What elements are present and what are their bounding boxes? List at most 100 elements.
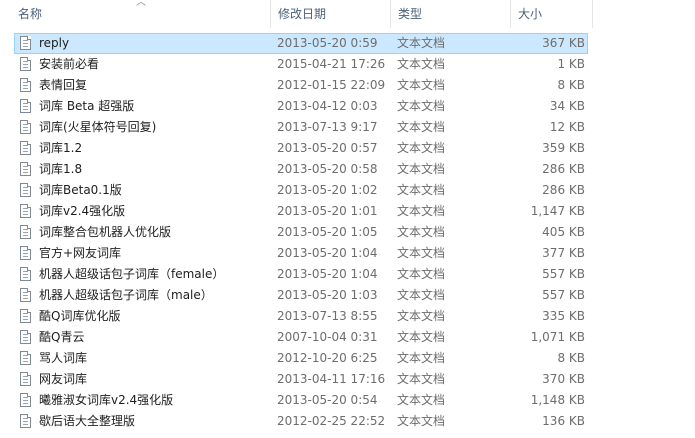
text-file-icon (20, 183, 31, 197)
text-file-icon (20, 309, 31, 323)
file-row[interactable]: 机器人超级话包子词库（female） 2013-05-20 1:04 文本文档 557… (14, 264, 588, 285)
file-name: 机器人超级话包子词库（female） (39, 267, 225, 281)
file-type: 文本文档 (397, 99, 446, 113)
text-file-icon (20, 288, 31, 302)
text-file-icon (20, 267, 31, 281)
file-size: 557 KB (542, 288, 585, 302)
column-divider[interactable] (270, 0, 271, 28)
file-row[interactable]: 官方+网友词库 2013-05-20 1:04 文本文档 377 KB (14, 243, 588, 264)
file-size: 405 KB (542, 225, 585, 239)
text-file-icon (20, 414, 31, 428)
text-file-icon (20, 78, 31, 92)
file-name: 酷Q青云 (39, 330, 85, 344)
file-name: 表情回复 (39, 78, 88, 92)
file-size: 335 KB (542, 309, 585, 323)
column-header-name[interactable]: 名称 (12, 0, 270, 28)
text-file-icon (20, 372, 31, 386)
column-header-size[interactable]: 大小 (512, 0, 592, 28)
file-row[interactable]: 机器人超级话包子词库（male） 2013-05-20 1:03 文本文档 557 K… (14, 285, 588, 306)
file-row[interactable]: 安装前必看 2015-04-21 17:26 文本文档 1 KB (14, 54, 588, 75)
file-type: 文本文档 (397, 78, 446, 92)
file-name: 词库 Beta 超强版 (39, 99, 135, 113)
file-modified-date: 2013-05-20 1:04 (277, 267, 378, 281)
file-size: 136 KB (542, 414, 585, 428)
file-row[interactable]: 词库整合包机器人优化版 2013-05-20 1:05 文本文档 405 KB (14, 222, 588, 243)
file-size: 370 KB (542, 372, 585, 386)
file-type: 文本文档 (397, 183, 446, 197)
file-type: 文本文档 (397, 414, 446, 428)
file-row[interactable]: 词库v2.4强化版 2013-05-20 1:01 文本文档 1,147 KB (14, 201, 588, 222)
file-modified-date: 2013-04-11 17:16 (277, 372, 386, 386)
text-file-icon (20, 246, 31, 260)
file-modified-date: 2013-05-20 0:57 (277, 141, 378, 155)
column-header-type[interactable]: 类型 (392, 0, 510, 28)
file-size: 1,148 KB (530, 393, 585, 407)
file-size: 34 KB (549, 99, 585, 113)
file-type: 文本文档 (397, 393, 446, 407)
file-name: 机器人超级话包子词库（male） (39, 288, 213, 302)
file-type: 文本文档 (397, 246, 446, 260)
file-row[interactable]: 网友词库 2013-04-11 17:16 文本文档 370 KB (14, 369, 588, 390)
text-file-icon (20, 351, 31, 365)
file-modified-date: 2013-04-12 0:03 (277, 99, 378, 113)
file-name: 安装前必看 (39, 57, 100, 71)
file-name: 歇后语大全整理版 (39, 414, 136, 428)
file-row[interactable]: 词库1.2 2013-05-20 0:57 文本文档 359 KB (14, 138, 588, 159)
file-name: 词库v2.4强化版 (39, 204, 126, 218)
file-name: 酷Q词库优化版 (39, 309, 121, 323)
file-type: 文本文档 (397, 120, 446, 134)
column-header-bar: ︿ 名称 修改日期 类型 大小 (0, 0, 695, 28)
text-file-icon (20, 162, 31, 176)
file-modified-date: 2013-05-20 0:59 (277, 36, 378, 50)
file-type: 文本文档 (397, 267, 446, 281)
file-row[interactable]: 酷Q词库优化版 2013-07-13 8:55 文本文档 335 KB (14, 306, 588, 327)
column-divider[interactable] (592, 0, 593, 28)
file-row[interactable]: 酷Q青云 2007-10-04 0:31 文本文档 1,071 KB (14, 327, 588, 348)
file-name: 词库1.2 (39, 141, 83, 155)
file-type: 文本文档 (397, 204, 446, 218)
file-type: 文本文档 (397, 330, 446, 344)
file-name: 曦雅淑女词库v2.4强化版 (39, 393, 174, 407)
file-size: 1,147 KB (530, 204, 585, 218)
file-row[interactable]: 骂人词库 2012-10-20 6:25 文本文档 8 KB (14, 348, 588, 369)
file-name: 官方+网友词库 (39, 246, 122, 260)
file-size: 1,071 KB (530, 330, 585, 344)
text-file-icon (20, 99, 31, 113)
file-row[interactable]: reply 2013-05-20 0:59 文本文档 367 KB (14, 33, 588, 54)
file-type: 文本文档 (397, 141, 446, 155)
text-file-icon (20, 330, 31, 344)
file-type: 文本文档 (397, 225, 446, 239)
file-type: 文本文档 (397, 351, 446, 365)
file-row[interactable]: 词库Beta0.1版 2013-05-20 1:02 文本文档 286 KB (14, 180, 588, 201)
file-modified-date: 2013-05-20 1:04 (277, 246, 378, 260)
file-type: 文本文档 (397, 309, 446, 323)
file-row[interactable]: 歇后语大全整理版 2012-02-25 22:52 文本文档 136 KB (14, 411, 588, 432)
file-size: 8 KB (557, 351, 585, 365)
text-file-icon (20, 57, 31, 71)
file-name: 骂人词库 (39, 351, 88, 365)
file-row[interactable]: 词库1.8 2013-05-20 0:58 文本文档 286 KB (14, 159, 588, 180)
file-modified-date: 2012-01-15 22:09 (277, 78, 386, 92)
file-modified-date: 2013-07-13 8:55 (277, 309, 378, 323)
file-type: 文本文档 (397, 288, 446, 302)
text-file-icon (20, 141, 31, 155)
file-row[interactable]: 表情回复 2012-01-15 22:09 文本文档 8 KB (14, 75, 588, 96)
column-divider[interactable] (510, 0, 511, 28)
file-row[interactable]: 词库(火星体符号回复) 2013-07-13 9:17 文本文档 12 KB (14, 117, 588, 138)
file-row[interactable]: 曦雅淑女词库v2.4强化版 2013-05-20 0:54 文本文档 1,148 KB (14, 390, 588, 411)
file-modified-date: 2013-05-20 0:54 (277, 393, 378, 407)
file-modified-date: 2013-05-20 1:05 (277, 225, 378, 239)
file-name: 网友词库 (39, 372, 88, 386)
file-size: 286 KB (542, 162, 585, 176)
file-modified-date: 2013-05-20 0:58 (277, 162, 378, 176)
file-size: 367 KB (542, 36, 585, 50)
file-name: 词库(火星体符号回复) (39, 120, 157, 134)
file-modified-date: 2012-02-25 22:52 (277, 414, 386, 428)
column-divider[interactable] (390, 0, 391, 28)
file-size: 1 KB (557, 57, 585, 71)
file-modified-date: 2013-07-13 9:17 (277, 120, 378, 134)
file-modified-date: 2007-10-04 0:31 (277, 330, 378, 344)
text-file-icon (20, 393, 31, 407)
file-row[interactable]: 词库 Beta 超强版 2013-04-12 0:03 文本文档 34 KB (14, 96, 588, 117)
column-header-date[interactable]: 修改日期 (272, 0, 390, 28)
